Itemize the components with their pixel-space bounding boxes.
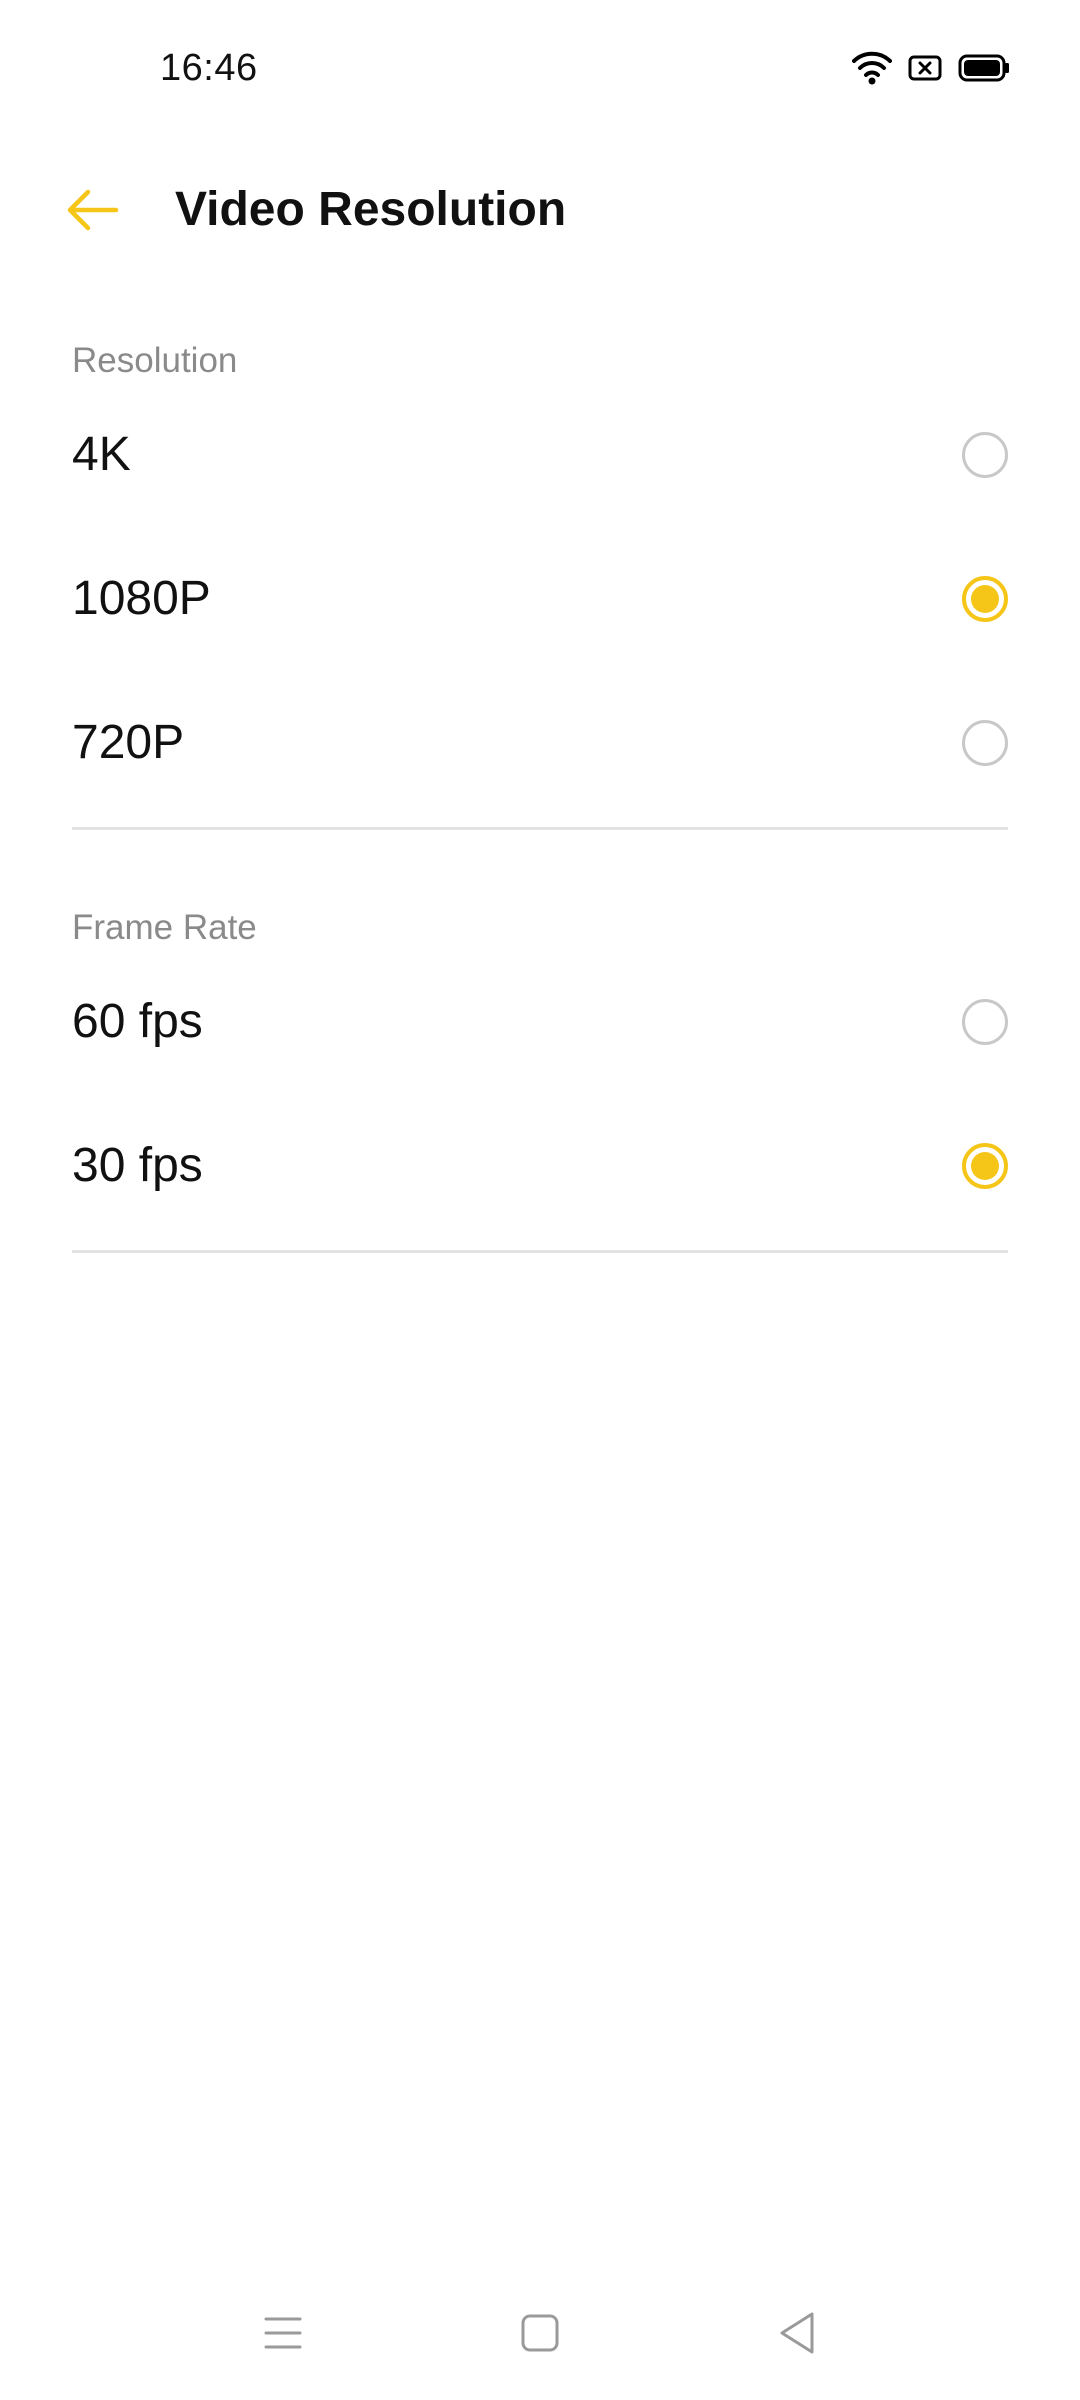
status-icons xyxy=(852,48,1010,88)
back-icon xyxy=(776,2310,818,2361)
frame-rate-section: Frame Rate 60 fps 30 fps xyxy=(72,906,1008,1253)
option-30fps[interactable]: 30 fps xyxy=(72,1094,1008,1238)
radio-60fps[interactable] xyxy=(962,999,1008,1045)
option-4k[interactable]: 4K xyxy=(72,383,1008,527)
option-label: 1080P xyxy=(72,572,211,625)
page-title: Video Resolution xyxy=(175,183,567,236)
radio-4k[interactable] xyxy=(962,432,1008,478)
section-header-resolution: Resolution xyxy=(72,341,238,380)
option-label: 720P xyxy=(72,716,185,769)
battery-icon xyxy=(958,54,1010,82)
home-button[interactable] xyxy=(495,2290,585,2380)
back-button[interactable] xyxy=(50,170,134,254)
option-label: 4K xyxy=(72,428,131,481)
radio-1080p[interactable] xyxy=(962,576,1008,622)
no-sim-icon xyxy=(908,54,942,82)
section-header-frame-rate: Frame Rate xyxy=(72,908,257,947)
option-720p[interactable]: 720P xyxy=(72,671,1008,815)
divider xyxy=(72,827,1008,830)
home-icon xyxy=(519,2312,561,2359)
option-label: 60 fps xyxy=(72,995,203,1048)
menu-icon xyxy=(262,2313,304,2358)
option-label: 30 fps xyxy=(72,1139,203,1192)
option-1080p[interactable]: 1080P xyxy=(72,527,1008,671)
navigation-bar xyxy=(0,2290,1080,2380)
app-bar: Video Resolution xyxy=(0,150,1080,270)
wifi-icon xyxy=(852,50,892,86)
status-bar: 16:46 xyxy=(0,0,1080,130)
status-time: 16:46 xyxy=(160,47,258,89)
back-nav-button[interactable] xyxy=(752,2290,842,2380)
screen: 16:46 Video Resolution Resolution 4K 108… xyxy=(0,0,1080,2400)
divider xyxy=(72,1250,1008,1253)
arrow-left-icon xyxy=(64,188,120,237)
radio-30fps[interactable] xyxy=(962,1143,1008,1189)
recents-button[interactable] xyxy=(238,2290,328,2380)
radio-720p[interactable] xyxy=(962,720,1008,766)
resolution-section: Resolution 4K 1080P 720P xyxy=(72,339,1008,830)
option-60fps[interactable]: 60 fps xyxy=(72,950,1008,1094)
